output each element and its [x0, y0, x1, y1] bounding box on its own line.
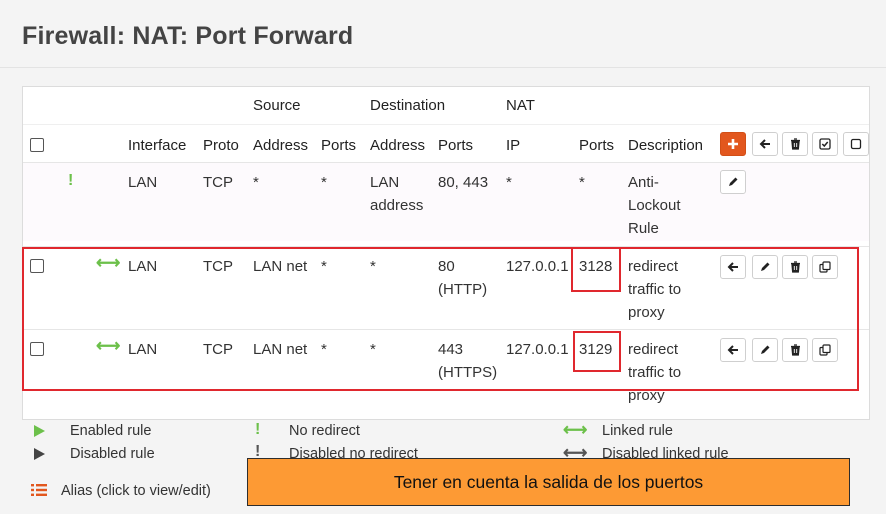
highlight-box-rules	[22, 247, 859, 391]
table-row: ! LAN TCP * * LAN address 80, 443 * * An…	[23, 163, 869, 241]
divider	[23, 124, 869, 125]
row-description-line2: Lockout	[628, 197, 681, 214]
plus-icon	[728, 139, 738, 149]
legend-alias: Alias (click to view/edit)	[61, 483, 211, 499]
no-redirect-icon: !	[255, 421, 261, 438]
column-header-interface[interactable]: Interface	[128, 137, 186, 154]
play-icon	[34, 425, 45, 437]
square-icon	[850, 138, 862, 150]
group-header-nat: NAT	[506, 97, 535, 114]
legend-no-redirect: No redirect	[289, 423, 360, 439]
row-source-address: *	[253, 174, 259, 191]
delete-selected-button[interactable]	[782, 132, 808, 156]
column-header-nat-ports[interactable]: Ports	[579, 137, 614, 154]
page-title: Firewall: NAT: Port Forward	[22, 22, 354, 50]
row-destination-ports: 80, 443	[438, 174, 489, 191]
column-header-destination-address[interactable]: Address	[370, 137, 425, 154]
list-icon	[31, 484, 47, 496]
no-redirect-icon: !	[68, 172, 74, 189]
group-header-destination: Destination	[370, 97, 446, 114]
row-description-line3: Rule	[628, 220, 659, 237]
row-nat-ports: *	[579, 174, 585, 191]
add-rule-button[interactable]	[720, 132, 746, 156]
check-square-icon	[819, 138, 831, 150]
column-header-nat-ip[interactable]: IP	[506, 137, 520, 154]
play-icon	[34, 448, 45, 460]
row-destination-address: LAN	[370, 174, 400, 191]
move-selected-button[interactable]	[752, 132, 778, 156]
trash-icon	[790, 138, 800, 150]
row-source-ports: *	[321, 174, 327, 191]
row-proto: TCP	[203, 174, 233, 191]
arrow-left-icon	[759, 139, 770, 149]
annotation-callout: Tener en cuenta la salida de los puertos	[247, 458, 850, 506]
highlight-box-port-3129	[573, 331, 621, 372]
row-nat-ip: *	[506, 174, 512, 191]
column-header-description[interactable]: Description	[628, 137, 703, 154]
group-header-source: Source	[253, 97, 301, 114]
row-interface: LAN	[128, 174, 158, 191]
legend-linked-rule: Linked rule	[602, 423, 673, 439]
highlight-box-port-3128	[571, 247, 621, 292]
legend-enabled-rule: Enabled rule	[70, 423, 152, 439]
title-divider	[0, 67, 886, 68]
column-header-source-ports[interactable]: Ports	[321, 137, 356, 154]
column-header-proto[interactable]: Proto	[203, 137, 239, 154]
select-none-button[interactable]	[843, 132, 869, 156]
legend-disabled-rule: Disabled rule	[70, 446, 155, 462]
row-destination-address-line2: address	[370, 197, 424, 214]
column-header-destination-ports[interactable]: Ports	[438, 137, 473, 154]
edit-rule-button[interactable]	[720, 170, 746, 194]
column-header-source-address[interactable]: Address	[253, 137, 308, 154]
row-description: Anti-	[628, 174, 659, 191]
linked-rule-icon: ⟷	[563, 420, 588, 439]
pencil-icon	[729, 177, 738, 186]
select-all-checkbox[interactable]	[30, 138, 44, 152]
toggle-selected-button[interactable]	[812, 132, 838, 156]
